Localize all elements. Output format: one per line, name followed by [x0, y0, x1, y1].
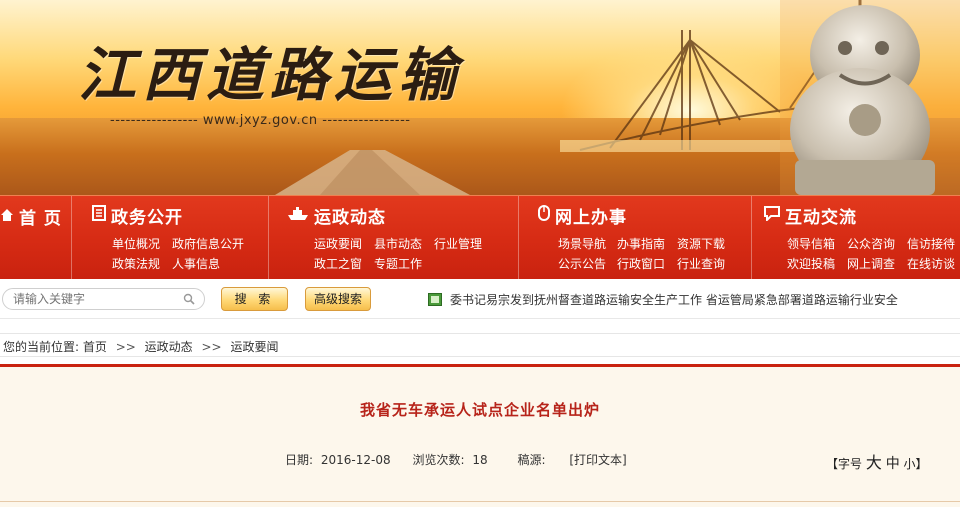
nav-link[interactable]: 行政窗口	[617, 255, 665, 272]
nav-link[interactable]: 领导信箱	[787, 235, 835, 252]
nav-link[interactable]: 县市动态	[374, 235, 422, 252]
nav-head-label: 运政动态	[314, 208, 386, 228]
article-panel: 我省无车承运人试点企业名单出炉 日期: 2016-12-08 浏览次数: 18 …	[0, 367, 960, 507]
breadcrumb-separator: >>	[201, 340, 222, 354]
search-input[interactable]	[2, 288, 205, 310]
nav-link[interactable]: 政工之窗	[314, 255, 362, 272]
nav-link[interactable]: 公示公告	[558, 255, 606, 272]
nav-link[interactable]: 运政要闻	[314, 235, 362, 252]
nav-link[interactable]: 人事信息	[172, 255, 220, 272]
date-label: 日期:	[285, 453, 314, 467]
nav-head-label: 网上办事	[555, 208, 627, 228]
nav-home[interactable]: 首 页	[0, 196, 72, 280]
nav-link[interactable]: 欢迎投稿	[787, 255, 835, 272]
home-icon	[0, 207, 14, 227]
breadcrumb-section-link[interactable]: 运政动态	[145, 340, 193, 354]
nav-link[interactable]: 政策法规	[112, 255, 160, 272]
font-size-control: 【字号 大 中 小】	[826, 449, 928, 473]
nav-link[interactable]: 公众咨询	[847, 235, 895, 252]
nav-section-gov-affairs: 政务公开 单位概况 政府信息公开 政策法规 人事信息	[72, 196, 269, 280]
nav-link[interactable]: 资源下载	[677, 235, 725, 252]
font-size-small-button[interactable]: 小	[904, 457, 916, 471]
ship-icon	[287, 206, 309, 226]
nav-head-online-services[interactable]: 网上办事	[538, 203, 627, 228]
news-ticker[interactable]: 委书记易宗发到抚州督查道路运输安全生产工作 省运管局紧急部署道路运输行业安全	[450, 291, 900, 307]
nav-head-label: 互动交流	[785, 208, 857, 228]
font-size-large-button[interactable]: 大	[866, 453, 882, 472]
font-size-bracket-close: 】	[915, 457, 928, 471]
nav-link[interactable]: 网上调查	[847, 255, 895, 272]
source-label: 稿源:	[517, 453, 546, 467]
nav-section-interaction: 互动交流 领导信箱 公众咨询 信访接待 欢迎投稿 网上调查 在线访谈	[752, 196, 960, 280]
news-ticker-icon	[428, 293, 442, 306]
nav-link[interactable]: 场景导航	[558, 235, 606, 252]
nav-link[interactable]: 在线访谈	[907, 255, 955, 272]
nav-section-transport-news: 运政动态 运政要闻 县市动态 行业管理 政工之窗 专题工作	[269, 196, 519, 280]
article-views: 18	[472, 453, 488, 467]
nav-section-online-services: 网上办事 场景导航 办事指南 资源下载 公示公告 行政窗口 行业查询	[519, 196, 752, 280]
article-title: 我省无车承运人试点企业名单出炉	[359, 401, 600, 419]
breadcrumb: 您的当前位置: 首页 >> 运政动态 >> 运政要闻	[0, 333, 960, 357]
nav-head-gov-affairs[interactable]: 政务公开	[92, 203, 183, 228]
document-icon	[92, 205, 106, 226]
nav-link[interactable]: 单位概况	[112, 235, 160, 252]
mouse-icon	[538, 205, 550, 226]
print-button[interactable]: [打印文本]	[569, 453, 626, 467]
breadcrumb-prefix: 您的当前位置:	[3, 340, 80, 354]
article-meta: 日期: 2016-12-08 浏览次数: 18 稿源: [打印文本]	[285, 451, 631, 468]
nav-link[interactable]: 行业管理	[434, 235, 482, 252]
nav-home-label: 首 页	[19, 209, 62, 229]
nav-head-transport-news[interactable]: 运政动态	[287, 203, 386, 228]
site-banner: 江西道路运输 ----------------- www.jxyz.gov.cn…	[0, 0, 960, 195]
nav-link[interactable]: 信访接待	[907, 235, 955, 252]
article-date: 2016-12-08	[320, 453, 391, 467]
views-label: 浏览次数:	[412, 453, 465, 467]
nav-head-label: 政务公开	[111, 208, 183, 228]
nav-link[interactable]: 办事指南	[617, 235, 665, 252]
nav-link[interactable]: 政府信息公开	[172, 235, 244, 252]
font-size-medium-button[interactable]: 中	[886, 456, 900, 472]
breadcrumb-home-link[interactable]: 首页	[83, 340, 107, 354]
breadcrumb-current-link[interactable]: 运政要闻	[230, 340, 278, 354]
nav-link[interactable]: 专题工作	[374, 255, 422, 272]
search-button[interactable]: 搜 索	[221, 287, 288, 311]
site-title: 江西道路运输	[78, 41, 463, 109]
article-divider	[0, 501, 960, 502]
site-url: ----------------- www.jxyz.gov.cn ------…	[110, 113, 411, 128]
chat-icon	[764, 205, 780, 226]
nav-head-interaction[interactable]: 互动交流	[764, 203, 857, 228]
advanced-search-button[interactable]: 高级搜索	[305, 287, 371, 311]
font-size-label: 字号	[838, 457, 863, 471]
font-size-bracket-open: 【	[826, 457, 839, 471]
stone-lion-graphic	[780, 0, 960, 195]
search-icon[interactable]	[183, 293, 195, 308]
breadcrumb-separator: >>	[115, 340, 136, 354]
main-nav: 首 页 政务公开 单位概况 政府信息公开 政策法规 人事信息 运政动态 运政要闻	[0, 195, 960, 280]
nav-link[interactable]: 行业查询	[677, 255, 725, 272]
